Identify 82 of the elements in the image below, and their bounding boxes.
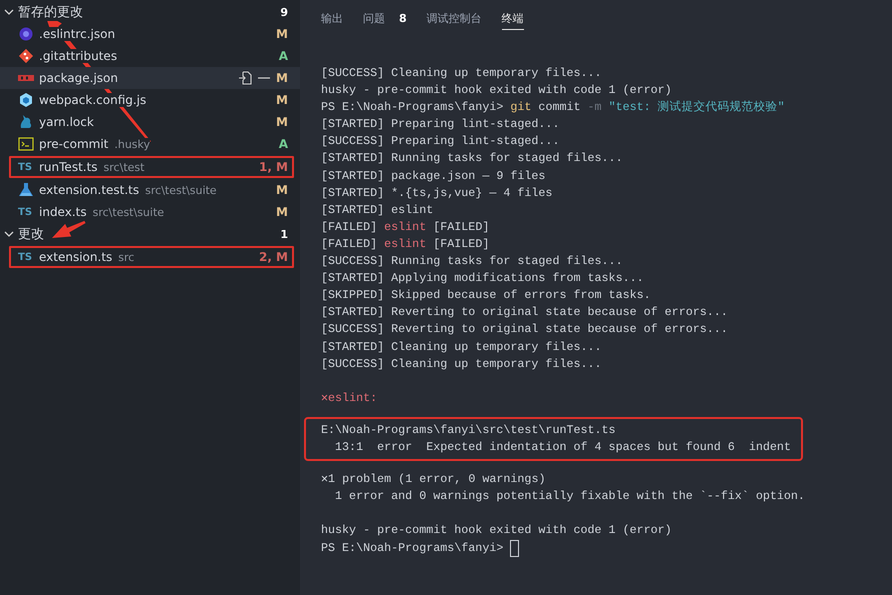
file-row[interactable]: TS runTest.ts src\test 1, M <box>8 155 295 179</box>
file-row[interactable]: TS index.ts src\test\suite M <box>0 201 300 223</box>
ts-icon: TS <box>18 162 34 172</box>
file-path: src\test\suite <box>145 184 217 196</box>
file-name: package.json <box>39 71 118 85</box>
open-file-icon <box>238 70 254 86</box>
group-header[interactable]: 暂存的更改 9 <box>0 1 300 23</box>
terminal-line: [STARTED] Applying modifications from tasks... <box>321 270 645 288</box>
file-row[interactable]: yarn.lock M <box>0 111 300 133</box>
file-path: src\test <box>104 160 144 174</box>
terminal-line: [SKIPPED] Skipped because of errors from tasks. <box>321 287 652 304</box>
panel-tab[interactable]: 调试控制台 <box>426 8 482 30</box>
file-row[interactable]: package.json M <box>0 67 300 89</box>
panel-tab[interactable]: 问题 8 <box>363 8 407 30</box>
count-label: 9 <box>280 6 288 18</box>
file-row[interactable]: TS extension.ts src 2, M <box>8 245 295 269</box>
terminal-line: ✕1 problem (1 error, 0 warnings) <box>321 471 546 488</box>
terminal-line: [FAILED] eslint [FAILED] <box>321 236 490 253</box>
terminal-line: [SUCCESS] Cleaning up temporary files... <box>321 65 603 82</box>
count-label: 8 <box>399 12 407 25</box>
file-name: .eslintrc.json <box>39 27 116 41</box>
status-label: M <box>276 93 288 107</box>
minus-icon <box>258 77 270 79</box>
terminal-line: [STARTED] Running tasks for staged files... <box>321 150 624 168</box>
file-row[interactable]: pre-commit .husky A <box>0 133 300 155</box>
status-label: M <box>276 27 288 41</box>
status-label: A <box>278 49 288 63</box>
panel-tab[interactable]: 输出 <box>321 8 343 30</box>
terminal-line: 13:1 error Expected indentation of 4 spaces but found 6 indent <box>334 439 791 456</box>
circle-icon <box>18 26 34 42</box>
panel-tab[interactable]: 终端 <box>502 8 524 30</box>
terminal-line: [FAILED] eslint [FAILED] <box>321 218 490 236</box>
terminal-line: [SUCCESS] Preparing lint-staged... <box>321 133 560 150</box>
file-row[interactable]: .gitattributes A <box>0 45 300 67</box>
ts-icon: TS <box>18 252 34 262</box>
file-name: .gitattributes <box>39 49 118 63</box>
group-header[interactable]: 更改 1 <box>0 223 300 245</box>
terminal-line: [STARTED] package.json — 9 files <box>321 168 546 185</box>
terminal-line: PS E:\Noah-Programs\fanyi> <box>321 540 504 557</box>
tab-label: 问题 <box>363 11 385 26</box>
terminal-line: [STARTED] Preparing lint-staged... <box>321 116 560 134</box>
terminal-icon <box>18 136 34 152</box>
status-label: M <box>276 183 288 197</box>
file-row[interactable]: .eslintrc.json M <box>0 23 300 45</box>
status-label: 1, M <box>258 160 288 174</box>
count-label: 1 <box>280 228 288 240</box>
status-label: M <box>276 115 288 129</box>
terminal-line: [SUCCESS] Running tasks for staged files... <box>321 253 624 270</box>
terminal-line: [STARTED] Reverting to original state because of errors... <box>321 304 729 322</box>
file-name: extension.ts <box>39 250 112 264</box>
annotation-arrow <box>52 220 86 238</box>
status-label: A <box>278 137 288 151</box>
file-row[interactable]: webpack.config.js M <box>0 89 300 111</box>
terminal-line: E:\Noah-Programs\fanyi\src\test\runTest.ts <box>321 422 617 439</box>
ts-icon: TS <box>18 206 34 218</box>
file-name: yarn.lock <box>39 115 94 129</box>
terminal-line: husky - pre-commit hook exited with code 1 (error) <box>321 522 673 540</box>
cat-icon <box>18 114 34 130</box>
file-name: pre-commit <box>39 137 108 151</box>
status-label: M <box>276 205 288 219</box>
file-name: webpack.config.js <box>39 93 146 107</box>
terminal-line: [STARTED] Cleaning up temporary files... <box>321 338 603 356</box>
file-name: runTest.ts <box>39 160 98 174</box>
file-name: extension.test.ts <box>39 183 140 197</box>
file-path: .husky <box>114 138 150 150</box>
flask-icon <box>18 182 34 198</box>
status-label: 2, M <box>258 250 288 264</box>
file-path: src\test\suite <box>92 206 164 218</box>
group-title: 暂存的更改 <box>18 3 83 21</box>
terminal-line: [SUCCESS] Reverting to original state because of errors... <box>321 321 729 338</box>
file-row[interactable]: extension.test.ts src\test\suite M <box>0 179 300 201</box>
terminal-line: ✕eslint: <box>321 390 378 407</box>
terminal-line: husky - pre-commit hook exited with code 1 (error) <box>321 82 673 100</box>
terminal-line: [SUCCESS] Cleaning up temporary files... <box>321 356 603 373</box>
cube-icon <box>18 92 34 108</box>
terminal-line: 1 error and 0 warnings potentially fixable with the `--fix` option. <box>334 488 806 506</box>
group-title: 更改 <box>18 225 44 243</box>
status-label: M <box>276 71 288 85</box>
terminal-line: PS E:\Noah-Programs\fanyi> git commit -m "test: 测试提交代码规范校验" <box>321 99 786 116</box>
file-name: index.ts <box>39 205 87 219</box>
terminal-line: [STARTED] *.{ts,js,vue} — 4 files <box>321 184 554 202</box>
terminal-line: [STARTED] eslint <box>321 202 434 219</box>
